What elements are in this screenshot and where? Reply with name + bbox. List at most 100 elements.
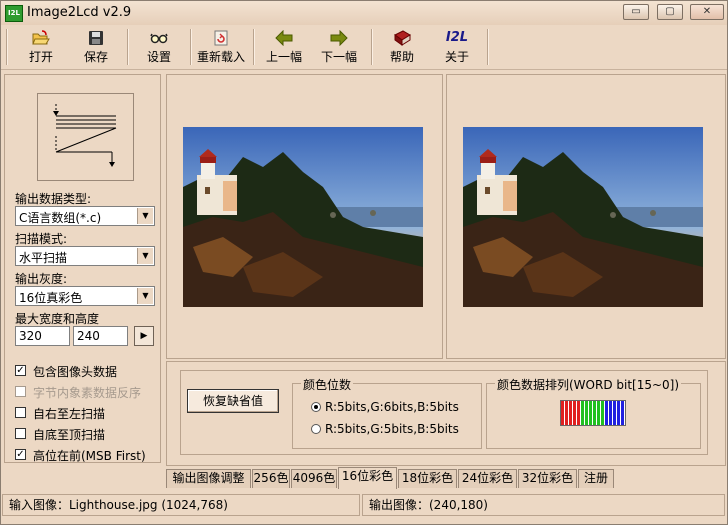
open-button[interactable]: 打开 [19, 25, 63, 69]
color-settings-frame: 恢复缺省值 颜色位数 R:5bits,G:6bits,B:5bits R:5bi… [180, 370, 708, 455]
floppy-disk-icon [89, 31, 103, 45]
next-image-button[interactable]: 下一幅 [317, 25, 361, 69]
checkbox-checked-icon: ✓ [15, 365, 26, 376]
prev-image-label: 上一幅 [265, 50, 302, 64]
bit-stripe [573, 401, 576, 425]
bit-stripe [605, 401, 608, 425]
arrow-left-icon [275, 30, 293, 46]
tab-3[interactable]: 16位彩色 [338, 467, 397, 489]
status-bar: 输入图像：Lighthouse.jpg (1024,768) 输出图像：(240… [1, 492, 727, 524]
tab-7[interactable]: 注册 [578, 469, 614, 488]
maximize-button[interactable]: ▢ [657, 4, 683, 20]
prev-image-button[interactable]: 上一幅 [262, 25, 306, 69]
bit-stripe [609, 401, 612, 425]
color-bits-555-radio[interactable]: R:5bits,G:5bits,B:5bits [311, 422, 459, 436]
option-checkbox[interactable]: ✓ 高位在前(MSB First) [15, 446, 163, 464]
restore-default-button[interactable]: 恢复缺省值 [187, 389, 279, 413]
input-preview-panel [166, 74, 443, 359]
gray-level-select[interactable]: 16位真彩色 ▼ [15, 286, 155, 306]
tab-1[interactable]: 256色 [252, 469, 290, 488]
settings-button[interactable]: 设置 [137, 25, 181, 69]
open-label: 打开 [28, 50, 53, 64]
option-checkbox-label: 高位在前(MSB First) [33, 449, 146, 463]
title-bar: I2L Image2Lcd v2.9 ▭ ▢ ✕ [1, 1, 727, 25]
help-button[interactable]: 帮助 [380, 25, 424, 69]
toolbar: 打开 保存 设置 重新载入 上一幅 下一幅 帮助 I2L 关于 [1, 25, 727, 70]
color-order-legend: 颜色数据排列(WORD bit[15~0]) [495, 376, 682, 393]
bit-stripe [593, 401, 596, 425]
reload-label: 重新载入 [196, 50, 245, 64]
toolbar-separator [127, 29, 128, 65]
bit-stripe [613, 401, 616, 425]
next-image-label: 下一幅 [320, 50, 357, 64]
tab-2[interactable]: 4096色 [291, 469, 337, 488]
max-width-input[interactable]: 320 [15, 326, 70, 346]
bit-stripe [561, 401, 564, 425]
bit-order-swatch[interactable] [560, 400, 626, 426]
settings-label: 设置 [146, 50, 171, 64]
color-bits-565-radio[interactable]: R:5bits,G:6bits,B:5bits [311, 400, 459, 414]
toolbar-separator [487, 29, 488, 65]
output-image-preview [463, 127, 703, 307]
color-bits-565-label: R:5bits,G:6bits,B:5bits [325, 400, 459, 414]
about-logo-icon: I2L [445, 30, 469, 45]
gray-level-label: 输出灰度: [15, 272, 68, 286]
chevron-down-icon[interactable]: ▼ [137, 208, 153, 224]
checkbox-unchecked-icon [15, 407, 26, 418]
tab-0[interactable]: 输出图像调整 [166, 469, 251, 488]
output-preview-panel [446, 74, 726, 359]
scan-mode-label: 扫描模式: [15, 232, 68, 246]
toolbar-separator [253, 29, 254, 65]
about-button[interactable]: I2L 关于 [435, 25, 479, 69]
scan-mode-value: 水平扫描 [19, 251, 68, 265]
radio-selected-icon [311, 402, 321, 412]
output-type-value: C语言数组(*.c) [19, 211, 102, 225]
options-panel: 输出数据类型: C语言数组(*.c) ▼ 扫描模式: 水平扫描 ▼ 输出灰度: … [4, 74, 161, 463]
checkbox-unchecked-icon [15, 428, 26, 439]
lighthouse-photo [183, 127, 423, 307]
option-checkbox-label: 字节内象素数据反序 [33, 386, 142, 400]
gray-level-value: 16位真彩色 [19, 291, 83, 305]
toolbar-separator [190, 29, 191, 65]
arrow-right-icon [330, 30, 348, 46]
color-order-group: 颜色数据排列(WORD bit[15~0]) [486, 376, 701, 449]
app-logo-icon: I2L [5, 5, 23, 22]
reload-button[interactable]: 重新载入 [196, 25, 246, 69]
option-checkbox-label: 自右至左扫描 [33, 407, 106, 421]
minimize-button[interactable]: ▭ [623, 4, 649, 20]
scan-mode-select[interactable]: 水平扫描 ▼ [15, 246, 155, 266]
radio-unselected-icon [311, 424, 321, 434]
option-checkbox-label: 包含图像头数据 [33, 365, 118, 379]
tab-4[interactable]: 18位彩色 [398, 469, 457, 488]
max-size-label: 最大宽度和高度 [15, 312, 100, 326]
chevron-down-icon[interactable]: ▼ [137, 248, 153, 264]
max-height-input[interactable]: 240 [73, 326, 128, 346]
option-checkbox: 字节内象素数据反序 [15, 383, 163, 401]
help-label: 帮助 [389, 50, 414, 64]
bit-stripe [589, 401, 592, 425]
option-checkbox[interactable]: 自右至左扫描 [15, 404, 163, 422]
chevron-down-icon[interactable]: ▼ [137, 288, 153, 304]
input-image-preview [183, 127, 423, 307]
bit-stripe [581, 401, 584, 425]
save-button[interactable]: 保存 [74, 25, 118, 69]
bit-stripe [585, 401, 588, 425]
lighthouse-photo [463, 127, 703, 307]
apply-size-button[interactable]: ▶ [134, 326, 154, 346]
folder-open-icon [32, 30, 50, 45]
toolbar-separator [371, 29, 372, 65]
tab-6[interactable]: 32位彩色 [518, 469, 577, 488]
rgb-bit-order-icon [561, 401, 624, 425]
option-checkbox[interactable]: ✓ 包含图像头数据 [15, 362, 163, 380]
option-checkbox[interactable]: 自底至顶扫描 [15, 425, 163, 443]
color-bits-group: 颜色位数 R:5bits,G:6bits,B:5bits R:5bits,G:5… [292, 376, 482, 449]
output-type-label: 输出数据类型: [15, 192, 92, 206]
reload-icon [214, 30, 228, 46]
bit-stripe [601, 401, 604, 425]
tab-5[interactable]: 24位彩色 [458, 469, 517, 488]
color-bits-legend: 颜色位数 [301, 376, 354, 393]
glasses-icon [150, 33, 168, 44]
close-button[interactable]: ✕ [690, 4, 724, 20]
option-checkbox-label: 自底至顶扫描 [33, 428, 106, 442]
output-type-select[interactable]: C语言数组(*.c) ▼ [15, 206, 155, 226]
